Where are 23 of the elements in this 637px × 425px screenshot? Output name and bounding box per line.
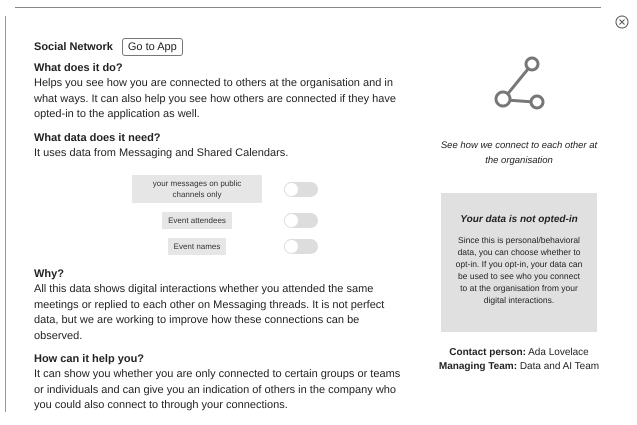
- app-title: Social Network: [34, 41, 113, 53]
- contact-line: Managing Team: Data and AI Team: [438, 360, 600, 374]
- section-text: Helps you see how you are connected to others at the organisation and in what ways. It can also help you see how others are connected if they have opted-in to the application as well.: [34, 76, 397, 122]
- go-to-app-button[interactable]: Go to App: [122, 38, 183, 56]
- section-heading: What does it do?: [34, 61, 124, 76]
- notice-title: Your data is not opted-in: [459, 213, 579, 227]
- contact-line: Contact person: Ada Lovelace: [448, 346, 590, 360]
- section-heading: What data does it need?: [34, 130, 162, 146]
- toggle-switch[interactable]: [284, 182, 318, 196]
- illustration-caption: See how we connect to each other at the organisation: [440, 139, 598, 168]
- data-source-label: Event attendees: [162, 212, 232, 229]
- notice-text: Since this is personal/behavioral data, you can choose whether to opt-in. If you opt-in, your data can be used to see who you connect to at the organisation from your digital interactions.: [455, 234, 583, 306]
- section-heading: Why?: [34, 267, 65, 282]
- data-source-label: your messages on public channels only: [132, 175, 262, 203]
- section-text: All this data shows digital interactions whether you attended the same meetings or replied to each other on Messaging threads. It is not perfect data, but we are working to improve how these connections can be observed.: [34, 282, 386, 344]
- section-heading: How can it help you?: [34, 352, 146, 367]
- network-icon: [493, 56, 545, 112]
- close-icon[interactable]: [615, 15, 629, 29]
- toggle-switch[interactable]: [284, 239, 318, 254]
- section-text: It uses data from Messaging and Shared Calendars.: [34, 146, 290, 160]
- toggle-switch[interactable]: [284, 213, 318, 228]
- data-source-label: Event names: [168, 238, 226, 255]
- section-text: It can show you whether you are only connected to certain groups or teams or individuals and can give you an indication of others in the company who you could also connect to through your connections.: [34, 367, 402, 413]
